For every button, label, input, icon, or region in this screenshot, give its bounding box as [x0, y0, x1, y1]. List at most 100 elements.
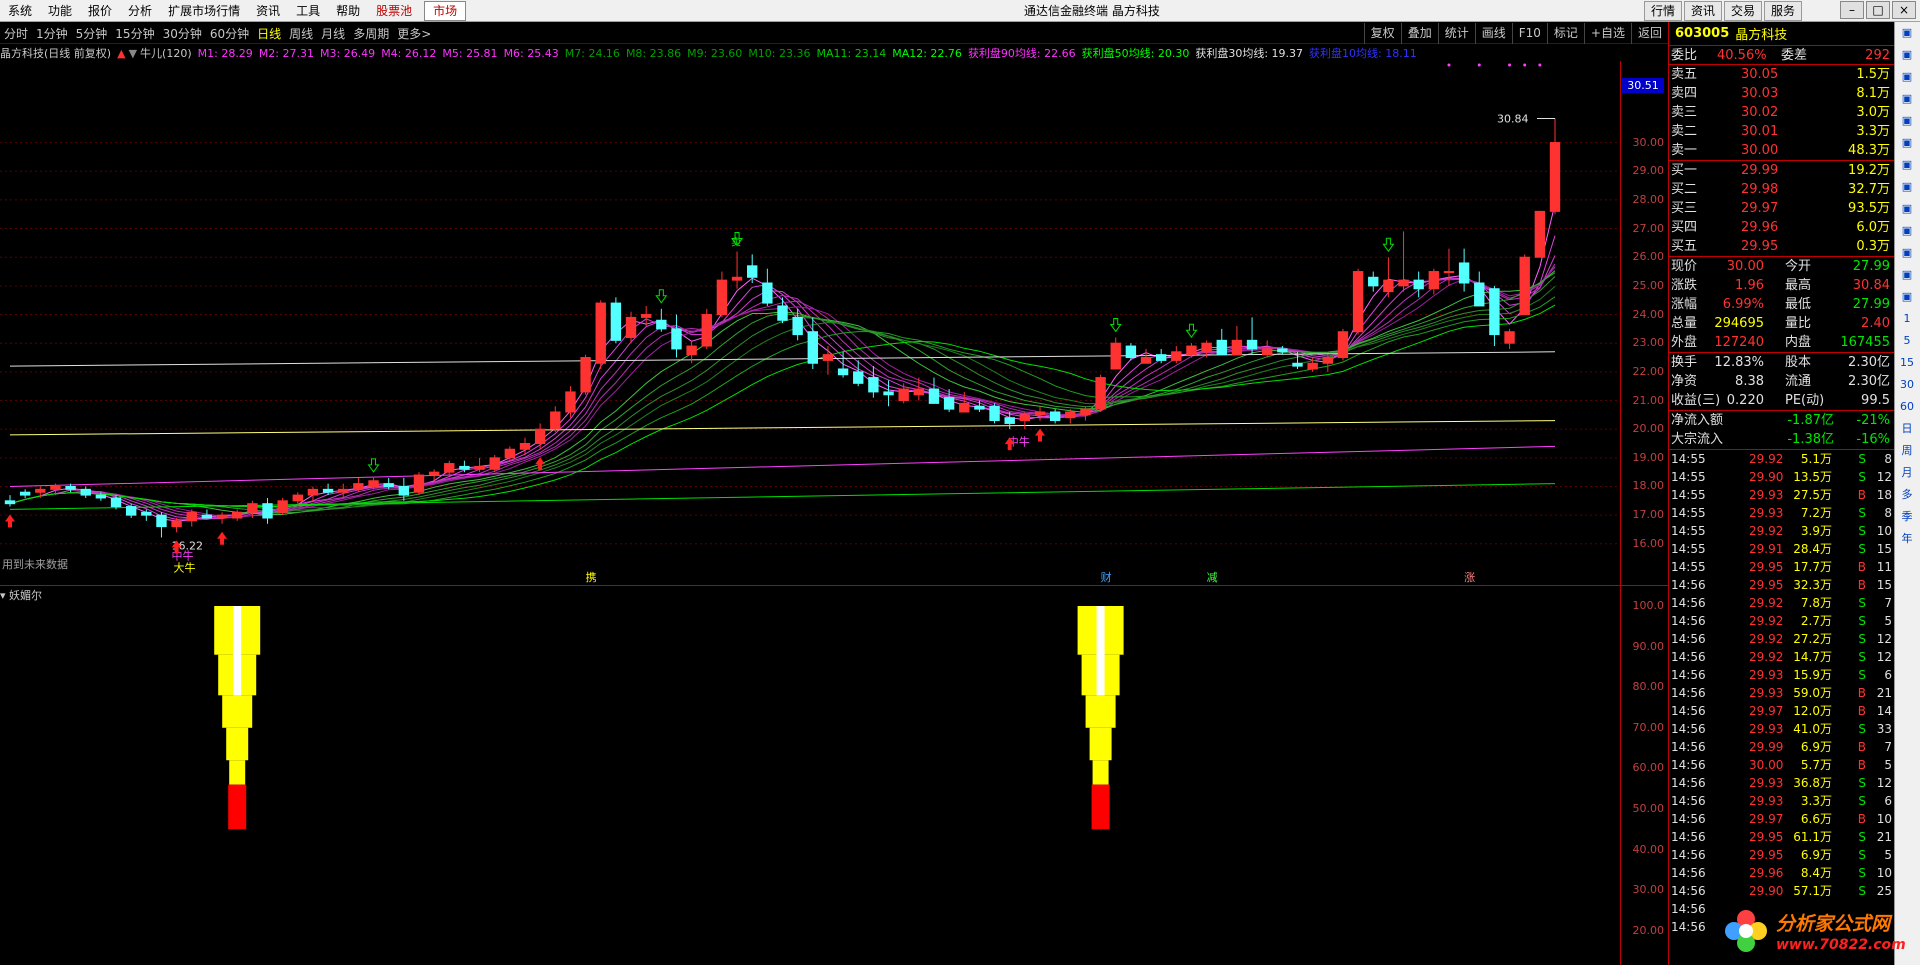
minimize-icon[interactable]: –: [1840, 1, 1864, 19]
period-60min[interactable]: 60分钟: [206, 25, 253, 42]
close-icon[interactable]: ×: [1892, 1, 1916, 19]
sidebar-period-3[interactable]: 30: [1895, 374, 1919, 396]
stock-pool-button[interactable]: 股票池: [368, 0, 420, 22]
candle-body: [428, 471, 440, 476]
menu-item-quote[interactable]: 报价: [80, 0, 120, 22]
candle-body: [716, 279, 728, 316]
pane-divider[interactable]: [0, 585, 1668, 586]
sidebar-tool-icon[interactable]: ▣: [1895, 198, 1919, 220]
sidebar-tool-icon[interactable]: ▣: [1895, 264, 1919, 286]
candle-body: [1519, 256, 1530, 316]
period-1min[interactable]: 1分钟: [32, 25, 72, 42]
f10-button[interactable]: F10: [1511, 23, 1547, 44]
menu-item-analysis[interactable]: 分析: [120, 0, 160, 22]
candle-body: [338, 488, 349, 493]
menu-item-help[interactable]: 帮助: [328, 0, 368, 22]
sidebar-tool-icon[interactable]: ▣: [1895, 110, 1919, 132]
period-weekly[interactable]: 周线: [285, 25, 317, 42]
bid-row: 买四 29.96 6.0万: [1671, 220, 1890, 235]
add-watchlist-button[interactable]: +自选: [1583, 23, 1631, 44]
period-monthly[interactable]: 月线: [317, 25, 349, 42]
bid-row: 买二 29.98 32.7万: [1671, 182, 1890, 197]
sidebar-tool-icon[interactable]: ▣: [1895, 88, 1919, 110]
sidebar-period-6[interactable]: 周: [1895, 440, 1919, 462]
tick-row: 14:56 29.97 12.0万 B 14: [1671, 704, 1892, 718]
maximize-icon[interactable]: □: [1866, 1, 1890, 19]
sidebar-tool-icon[interactable]: ▣: [1895, 66, 1919, 88]
sidebar-tool-icon[interactable]: ▣: [1895, 22, 1919, 44]
sidebar-tool-icon[interactable]: ▣: [1895, 220, 1919, 242]
sidebar-period-8[interactable]: 多: [1895, 484, 1919, 506]
market-button[interactable]: 市场: [424, 0, 467, 21]
menu-item-function[interactable]: 功能: [40, 0, 80, 22]
candle-body: [444, 463, 455, 473]
sidebar-period-4[interactable]: 60: [1895, 396, 1919, 418]
menu-item-extended-market[interactable]: 扩展市场行情: [160, 0, 248, 22]
sub-indicator-title[interactable]: 妖媚尔: [9, 589, 42, 602]
menu-item-news[interactable]: 资讯: [248, 0, 288, 22]
period-multi[interactable]: 多周期: [349, 25, 393, 42]
sidebar-period-10[interactable]: 年: [1895, 528, 1919, 550]
tick-list[interactable]: 14:55 29.92 5.1万 S 8 14:55 29.90 13.5万 S 12 14:55 2…: [1669, 450, 1894, 936]
candle-body: [368, 480, 379, 487]
candle-body: [1307, 362, 1318, 370]
sidebar-period-1[interactable]: 5: [1895, 330, 1919, 352]
sidebar-tool-icon[interactable]: ▣: [1895, 286, 1919, 308]
sidebar-period-5[interactable]: 日: [1895, 418, 1919, 440]
sidebar-tool-icon[interactable]: ▣: [1895, 132, 1919, 154]
tick-row: 14:56 29.99 6.9万 B 7: [1671, 740, 1892, 754]
candle-body: [777, 305, 788, 321]
period-more[interactable]: 更多>: [393, 25, 435, 42]
ma-line: [9, 296, 1556, 508]
sidebar-period-9[interactable]: 季: [1895, 506, 1919, 528]
stock-name: 晶方科技: [1735, 28, 1788, 43]
price-tick: 28.00: [1632, 192, 1665, 206]
quote-tab-button[interactable]: 行情: [1643, 1, 1682, 21]
candle-body: [686, 345, 697, 356]
signal-dot: [1538, 63, 1542, 67]
candle-body: [1428, 271, 1440, 290]
dropdown-icon[interactable]: ▼: [129, 47, 137, 60]
sidebar-tool-icon[interactable]: ▣: [1895, 44, 1919, 66]
trade-tab-button[interactable]: 交易: [1723, 1, 1762, 21]
menu-item-system[interactable]: 系统: [0, 0, 40, 22]
stats-button[interactable]: 统计: [1437, 23, 1475, 44]
webi-row: 委比 40.56% 委差 292: [1669, 46, 1894, 65]
draw-line-button[interactable]: 画线: [1474, 23, 1512, 44]
sub-indicator-chart[interactable]: [0, 602, 1620, 965]
sub-axis-tick: 90.00: [1632, 639, 1665, 653]
spike-base: [228, 784, 247, 830]
period-daily[interactable]: 日线: [253, 25, 285, 42]
candle-body: [277, 500, 288, 513]
overlay-button[interactable]: 叠加: [1400, 23, 1438, 44]
sidebar-tool-icon[interactable]: ▣: [1895, 176, 1919, 198]
indicator-name[interactable]: 牛儿(120): [140, 45, 192, 61]
sub-axis-tick: 80.00: [1632, 680, 1665, 694]
event-marker: 携: [586, 570, 597, 584]
candle-body: [565, 391, 576, 413]
news-tab-button[interactable]: 资讯: [1683, 1, 1722, 21]
collapse-icon[interactable]: ▾: [0, 589, 9, 602]
menu-item-tools[interactable]: 工具: [288, 0, 328, 22]
sidebar-tool-icon[interactable]: ▣: [1895, 154, 1919, 176]
spike-bar: [222, 695, 253, 728]
period-15min[interactable]: 15分钟: [111, 25, 158, 42]
back-button[interactable]: 返回: [1630, 23, 1668, 44]
tick-row: 14:55 29.91 28.4万 S 15: [1671, 542, 1892, 556]
period-5min[interactable]: 5分钟: [72, 25, 112, 42]
service-tab-button[interactable]: 服务: [1763, 1, 1802, 21]
sidebar-period-7[interactable]: 月: [1895, 462, 1919, 484]
sidebar-period-2[interactable]: 15: [1895, 352, 1919, 374]
adjust-button[interactable]: 复权: [1363, 23, 1401, 44]
spike-bar: [1092, 760, 1109, 785]
sidebar-period-0[interactable]: 1: [1895, 308, 1919, 330]
kline-chart[interactable]: 30.8416.22中牛大牛中牛用到未来数据卖携财减涨: [0, 61, 1620, 585]
period-30min[interactable]: 30分钟: [159, 25, 206, 42]
sidebar-tool-icon[interactable]: ▣: [1895, 242, 1919, 264]
period-timeshare[interactable]: 分时: [0, 25, 32, 42]
future-data-note: 用到未来数据: [2, 557, 68, 571]
candle-body: [1231, 339, 1243, 356]
price-tick: 23.00: [1632, 336, 1665, 350]
mark-button[interactable]: 标记: [1546, 23, 1584, 44]
tick-row: 14:55 29.92 3.9万 S 10: [1671, 524, 1892, 538]
